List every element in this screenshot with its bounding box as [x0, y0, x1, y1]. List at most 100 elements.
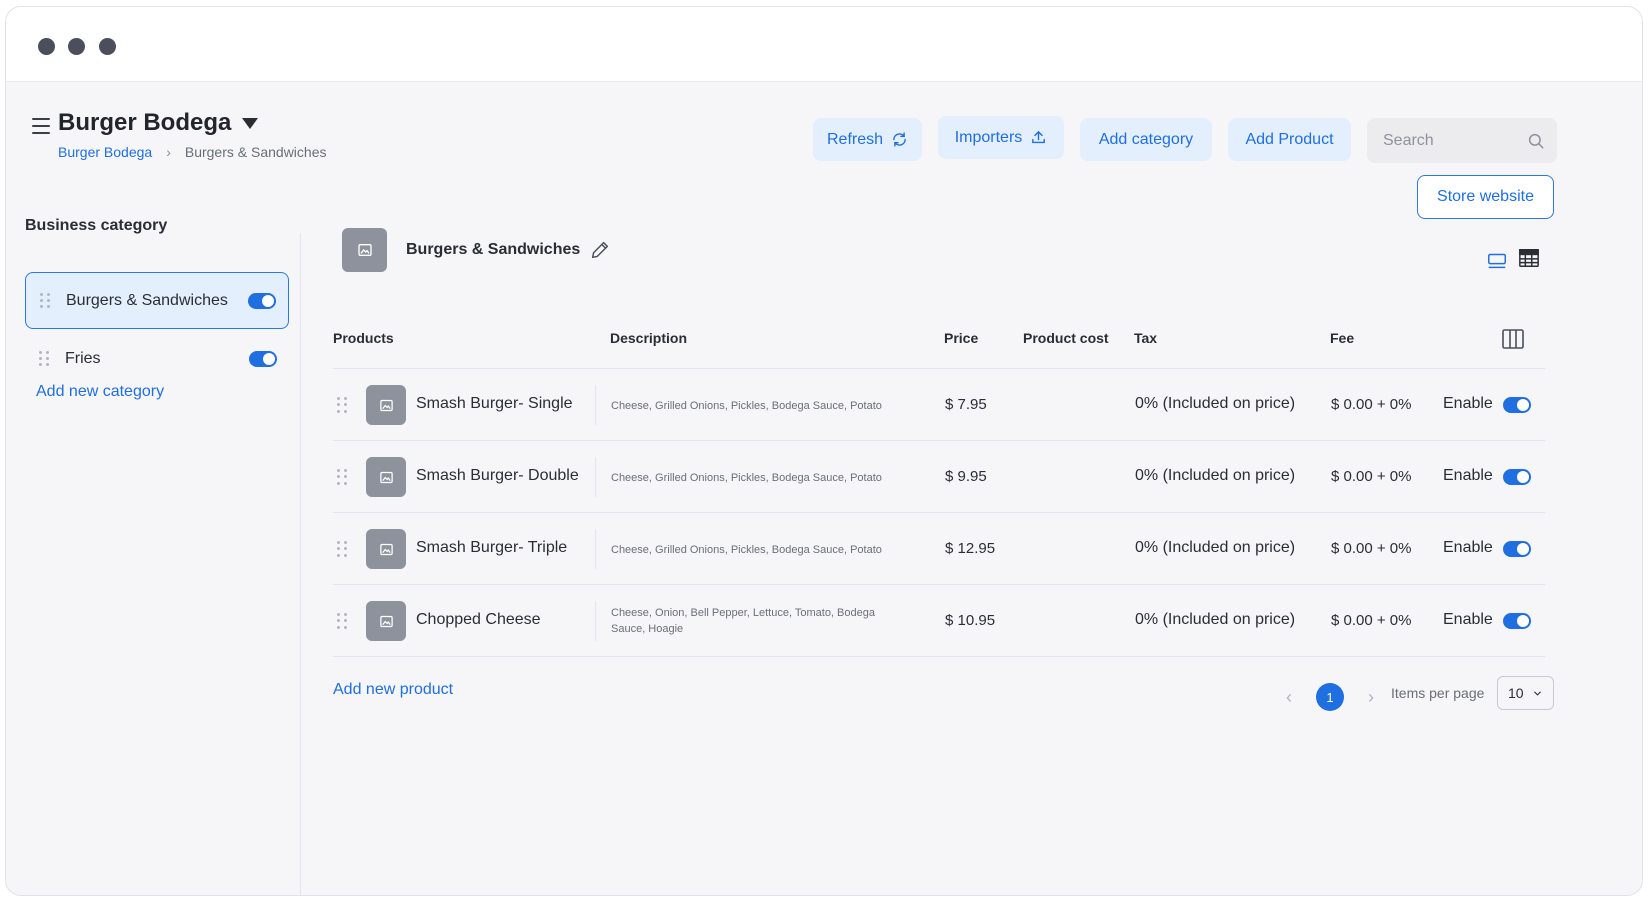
product-fee: $ 0.00 + 0%	[1331, 396, 1412, 413]
store-title: Burger Bodega	[58, 109, 232, 136]
column-header-fee: Fee	[1330, 330, 1355, 346]
store-website-button-label: Store website	[1437, 188, 1534, 205]
add-category-button[interactable]: Add category	[1080, 118, 1212, 161]
window-maximize-dot[interactable]	[99, 38, 116, 55]
add-product-button[interactable]: Add Product	[1228, 118, 1351, 161]
category-image-placeholder[interactable]	[342, 228, 387, 272]
products-table: Products Description Price Product cost …	[333, 307, 1545, 657]
sidebar-item-label: Burgers & Sandwiches	[66, 291, 228, 309]
product-price: $ 12.95	[945, 540, 996, 557]
window-close-dot[interactable]	[38, 38, 55, 55]
category-title: Burgers & Sandwiches	[406, 241, 581, 258]
sidebar-heading: Business category	[25, 217, 168, 234]
table-row[interactable]: Smash Burger- Triple Cheese, Grilled Oni…	[333, 513, 1545, 585]
items-per-page-value: 10	[1508, 685, 1524, 701]
pencil-edit-icon[interactable]	[589, 239, 611, 261]
column-divider	[595, 385, 596, 425]
product-name[interactable]: Smash Burger- Double	[416, 467, 579, 485]
search-input[interactable]	[1383, 131, 1523, 150]
sidebar-item-fries[interactable]: Fries	[25, 330, 289, 387]
drag-handle-icon[interactable]	[40, 292, 50, 309]
add-new-category-link[interactable]: Add new category	[36, 383, 164, 401]
sidebar-item-label: Fries	[65, 349, 101, 367]
product-image-placeholder[interactable]	[366, 457, 406, 497]
drag-handle-icon[interactable]	[337, 397, 347, 413]
app-window: Burger Bodega Burger Bodega › Burgers & …	[5, 6, 1643, 896]
table-view-icon[interactable]	[1518, 247, 1540, 269]
chevron-left-icon[interactable]: ‹	[1282, 688, 1296, 706]
search-icon[interactable]	[1527, 132, 1545, 150]
list-view-icon[interactable]	[1486, 249, 1508, 271]
chevron-down-icon	[1534, 691, 1541, 696]
product-tax: 0% (Included on price)	[1135, 467, 1296, 484]
product-image-placeholder[interactable]	[366, 385, 406, 425]
drag-handle-icon[interactable]	[337, 541, 347, 557]
upload-icon	[1032, 130, 1046, 144]
product-status-label: Enable	[1443, 395, 1493, 412]
breadcrumb-current: Burgers & Sandwiches	[184, 144, 327, 160]
hamburger-menu-icon[interactable]	[32, 118, 50, 134]
column-header-price: Price	[944, 330, 979, 346]
column-header-tax: Tax	[1134, 330, 1158, 346]
drag-handle-icon[interactable]	[39, 350, 49, 367]
items-per-page-select[interactable]: 10	[1497, 676, 1554, 710]
columns-settings-icon[interactable]	[1501, 327, 1525, 351]
category-enable-toggle[interactable]	[249, 350, 277, 367]
product-enable-toggle[interactable]	[1503, 613, 1531, 629]
image-icon	[379, 471, 393, 483]
drag-handle-icon[interactable]	[337, 613, 347, 629]
refresh-icon	[893, 132, 906, 147]
table-row[interactable]: Chopped Cheese Cheese, Onion, Bell Peppe…	[333, 585, 1545, 657]
refresh-button[interactable]: Refresh	[813, 118, 922, 161]
product-image-placeholder[interactable]	[366, 601, 406, 641]
importers-button-label: Importers	[954, 128, 1023, 146]
product-tax: 0% (Included on price)	[1135, 611, 1296, 628]
product-description: Cheese, Onion, Bell Pepper, Lettuce, Tom…	[611, 607, 875, 635]
product-image-placeholder[interactable]	[366, 529, 406, 569]
product-enable-toggle[interactable]	[1503, 469, 1531, 485]
column-header-products: Products	[333, 330, 394, 346]
product-tax: 0% (Included on price)	[1135, 539, 1296, 556]
chevron-right-icon[interactable]: ›	[1364, 688, 1378, 706]
pagination: ‹ 1 ›	[1282, 677, 1378, 717]
product-description: Cheese, Grilled Onions, Pickles, Bodega …	[611, 400, 882, 412]
importers-button[interactable]: Importers	[938, 116, 1064, 159]
add-product-button-label: Add Product	[1245, 130, 1334, 148]
title-bar	[6, 7, 1642, 82]
sidebar-item-burgers-sandwiches[interactable]: Burgers & Sandwiches	[25, 272, 289, 329]
product-fee: $ 0.00 + 0%	[1331, 468, 1412, 485]
column-divider	[595, 529, 596, 569]
image-icon	[357, 244, 372, 256]
main-panel: Burgers & Sandwiches Products Descriptio…	[302, 207, 1642, 877]
items-per-page-label: Items per page	[1391, 685, 1485, 701]
breadcrumb: Burger Bodega › Burgers & Sandwiches	[58, 144, 327, 160]
product-price: $ 9.95	[945, 468, 987, 485]
product-description: Cheese, Grilled Onions, Pickles, Bodega …	[611, 472, 882, 484]
drag-handle-icon[interactable]	[337, 469, 347, 485]
search-box	[1367, 118, 1557, 163]
page-button-current[interactable]: 1	[1316, 683, 1344, 711]
table-row[interactable]: Smash Burger- Single Cheese, Grilled Oni…	[333, 369, 1545, 441]
product-enable-toggle[interactable]	[1503, 397, 1531, 413]
product-fee: $ 0.00 + 0%	[1331, 612, 1412, 629]
category-enable-toggle[interactable]	[248, 292, 276, 309]
product-status-label: Enable	[1443, 467, 1493, 484]
product-name[interactable]: Chopped Cheese	[416, 611, 541, 629]
product-name[interactable]: Smash Burger- Single	[416, 395, 573, 413]
product-enable-toggle[interactable]	[1503, 541, 1531, 557]
image-icon	[379, 615, 393, 627]
breadcrumb-link-store[interactable]: Burger Bodega	[58, 144, 152, 160]
product-status-label: Enable	[1443, 539, 1493, 556]
product-name[interactable]: Smash Burger- Triple	[416, 539, 567, 557]
chevron-right-icon: ›	[166, 144, 171, 160]
store-switcher-caret-icon[interactable]	[242, 118, 258, 129]
column-divider	[595, 601, 596, 641]
table-header: Products Description Price Product cost …	[333, 307, 1545, 369]
product-fee: $ 0.00 + 0%	[1331, 540, 1412, 557]
column-divider	[595, 457, 596, 497]
table-row[interactable]: Smash Burger- Double Cheese, Grilled Oni…	[333, 441, 1545, 513]
window-minimize-dot[interactable]	[68, 38, 85, 55]
refresh-button-label: Refresh	[826, 130, 884, 148]
add-new-product-link[interactable]: Add new product	[333, 681, 453, 699]
product-tax: 0% (Included on price)	[1135, 395, 1296, 412]
